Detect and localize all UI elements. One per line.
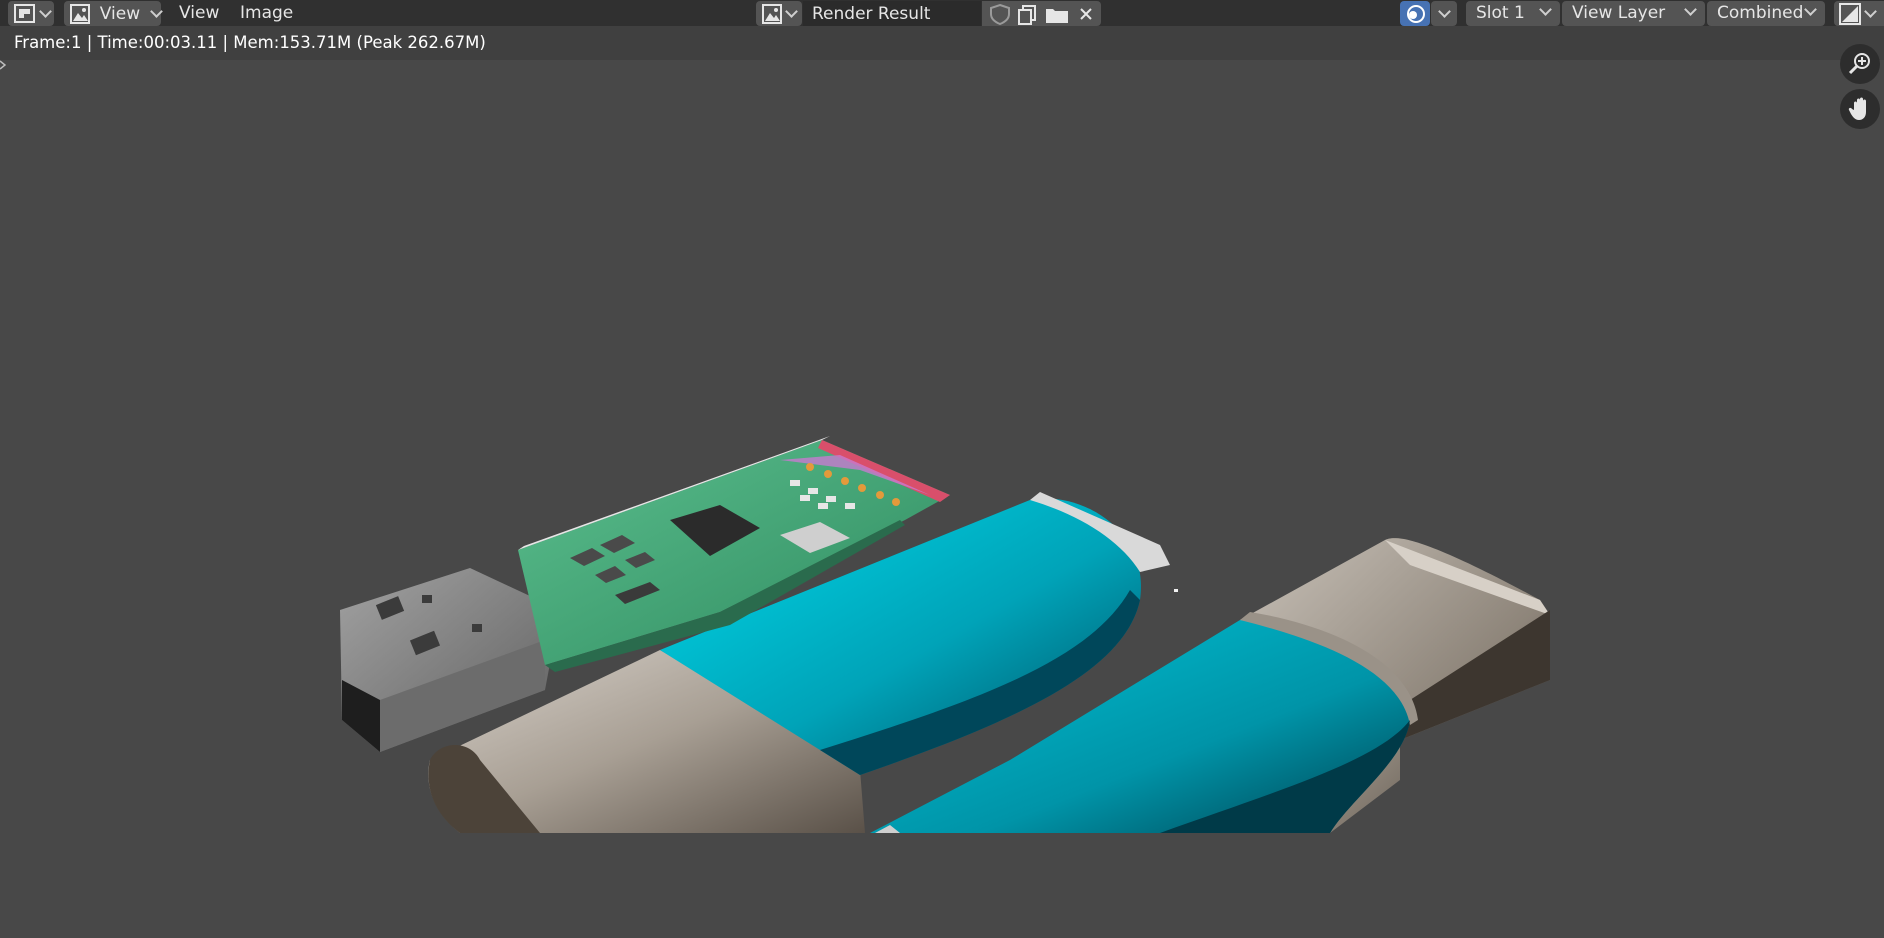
render-pass-label: Combined bbox=[1717, 3, 1804, 23]
display-channels-toggle[interactable] bbox=[1400, 1, 1430, 26]
render-pass-dropdown[interactable]: Combined bbox=[1707, 1, 1825, 26]
render-stats-bar: Frame:1 | Time:00:03.11 | Mem:153.71M (P… bbox=[0, 26, 1884, 60]
chevron-down-icon bbox=[1539, 3, 1552, 16]
image-editor-header: View View Image Render Result Slot 1 Vie… bbox=[0, 0, 1884, 26]
view-display-dropdown[interactable] bbox=[1834, 1, 1884, 26]
image-viewport[interactable] bbox=[0, 60, 1884, 938]
open-folder-icon[interactable] bbox=[1042, 3, 1072, 25]
image-editor-icon bbox=[14, 3, 35, 23]
view-menu[interactable]: View bbox=[177, 2, 221, 24]
image-name: Render Result bbox=[812, 3, 931, 24]
chevron-down-icon bbox=[39, 4, 52, 18]
slot-label: Slot 1 bbox=[1476, 3, 1525, 23]
zoom-gizmo[interactable] bbox=[1840, 44, 1880, 84]
fake-user-shield-icon[interactable] bbox=[986, 3, 1014, 25]
chevron-down-icon bbox=[1864, 4, 1877, 18]
zoom-icon bbox=[1848, 53, 1870, 75]
chevron-down-icon bbox=[150, 4, 163, 18]
render-image bbox=[340, 436, 1550, 833]
display-channels-dropdown[interactable] bbox=[1431, 1, 1457, 26]
view-mode-dropdown[interactable]: View bbox=[64, 1, 163, 26]
image-actions-group bbox=[982, 1, 1101, 26]
slot-dropdown[interactable]: Slot 1 bbox=[1466, 1, 1560, 26]
render-stats-text: Frame:1 | Time:00:03.11 | Mem:153.71M (P… bbox=[14, 33, 486, 52]
view-layer-label: View Layer bbox=[1572, 3, 1666, 23]
image-name-field[interactable]: Render Result bbox=[803, 1, 981, 26]
image-icon bbox=[762, 3, 782, 24]
browse-image-button[interactable] bbox=[756, 1, 802, 26]
editor-type-selector[interactable] bbox=[8, 1, 54, 26]
pan-gizmo[interactable] bbox=[1840, 89, 1880, 129]
image-display-icon bbox=[1839, 2, 1861, 25]
image-menu[interactable]: Image bbox=[238, 2, 295, 24]
chevron-down-icon bbox=[1684, 3, 1697, 16]
overlay-icon bbox=[1407, 4, 1425, 23]
hand-pan-icon bbox=[1848, 97, 1866, 120]
chevron-down-icon bbox=[785, 4, 798, 18]
close-icon[interactable] bbox=[1072, 3, 1100, 25]
view-layer-dropdown[interactable]: View Layer bbox=[1562, 1, 1705, 26]
duplicate-icon[interactable] bbox=[1014, 3, 1042, 25]
image-icon bbox=[70, 3, 90, 24]
view-mode-label: View bbox=[99, 3, 141, 24]
chevron-down-icon bbox=[1804, 3, 1817, 16]
chevron-down-icon bbox=[1437, 4, 1451, 18]
